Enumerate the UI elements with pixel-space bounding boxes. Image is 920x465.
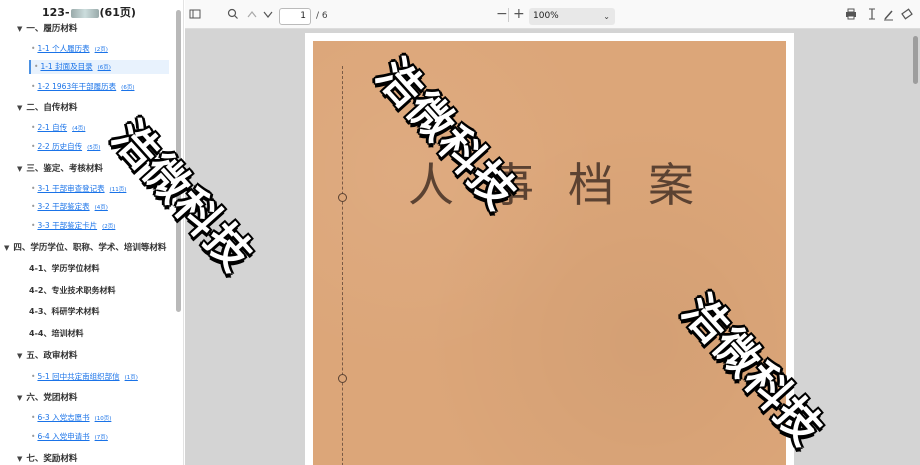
- item-count: (6页): [121, 85, 135, 91]
- title-page-count: (61页): [99, 6, 136, 19]
- item-label: 3-3 干部鉴定卡片: [37, 221, 98, 230]
- outline-item[interactable]: • 5-1 回中共定南组织部信 (1页): [31, 371, 138, 382]
- outline-item[interactable]: • 3-1 干部审查登记表 (11页): [31, 183, 126, 194]
- section-label: 五、政审材料: [26, 351, 78, 361]
- section-label: 七、奖励材料: [26, 454, 78, 464]
- collapse-triangle-icon[interactable]: ▼: [4, 244, 9, 252]
- sidebar-toggle-icon[interactable]: [189, 0, 201, 40]
- section-label: 三、鉴定、考核材料: [26, 164, 103, 174]
- toolbar-divider: [508, 8, 509, 22]
- outline-item[interactable]: • 6-4 入党申请书 (7页): [31, 431, 108, 442]
- bullet-icon: •: [31, 413, 36, 422]
- collapse-triangle-icon[interactable]: ▼: [17, 25, 22, 33]
- bullet-icon: •: [31, 123, 36, 132]
- section-1[interactable]: ▼ 一、履历材料: [17, 22, 77, 34]
- redacted-name: [70, 8, 99, 18]
- item-count: (6页): [97, 65, 111, 71]
- section-label: 二、自传材料: [26, 103, 78, 113]
- binding-dashed-line: [342, 66, 343, 465]
- bullet-icon: •: [31, 372, 36, 381]
- section-2[interactable]: ▼ 二、自传材料: [17, 101, 77, 113]
- bullet-icon: •: [31, 44, 36, 53]
- eraser-icon[interactable]: [901, 0, 913, 40]
- item-label: 2-1 自传: [37, 123, 68, 132]
- item-count: (4页): [94, 205, 108, 211]
- document-title: 123- (61页): [42, 4, 136, 20]
- item-count: (2页): [94, 47, 108, 53]
- bullet-icon: •: [31, 82, 36, 91]
- subsection-item[interactable]: 4-2、专业技术职务材料: [29, 285, 115, 296]
- section-label: 六、党团材料: [26, 393, 78, 403]
- bullet-icon: •: [31, 184, 36, 193]
- binding-hole: [338, 193, 347, 202]
- chevron-down-icon: ⌄: [603, 12, 610, 21]
- bullet-icon: •: [31, 432, 36, 441]
- zoom-value: 100%: [533, 11, 559, 21]
- item-count: (7页): [94, 435, 108, 441]
- section-4[interactable]: ▼ 四、学历学位、职称、学术、培训等材料: [4, 241, 166, 253]
- chevron-down-icon[interactable]: [262, 0, 274, 40]
- text-cursor-icon[interactable]: [867, 0, 877, 40]
- item-label: 1-1 个人履历表: [37, 44, 90, 53]
- section-3[interactable]: ▼ 三、鉴定、考核材料: [17, 162, 103, 174]
- collapse-triangle-icon[interactable]: ▼: [17, 352, 22, 360]
- bullet-icon: •: [31, 202, 36, 211]
- bullet-icon: •: [31, 142, 36, 151]
- section-label: 四、学历学位、职称、学术、培训等材料: [13, 243, 167, 253]
- zoom-in-button[interactable]: +: [513, 0, 525, 29]
- bullet-icon: •: [31, 221, 36, 230]
- viewer-toolbar: 1 / 6 − + 100% ⌄: [185, 0, 920, 29]
- bullet-icon: •: [34, 62, 39, 71]
- item-label: 1-2 1963年干部履历表: [37, 82, 117, 91]
- search-icon[interactable]: [227, 0, 239, 40]
- item-label: 6-3 入党志愿书: [37, 413, 90, 422]
- item-count: (2页): [102, 224, 116, 230]
- pen-icon[interactable]: [883, 0, 895, 40]
- item-count: (4页): [72, 126, 86, 132]
- item-label: 3-1 干部审查登记表: [37, 184, 105, 193]
- binding-hole: [338, 374, 347, 383]
- subsection-item[interactable]: 4-1、学历学位材料: [29, 263, 99, 274]
- outline-sidebar: 123- (61页) ▼ 一、履历材料 • 1-1 个人履历表 (2页) • 1-1 封面…: [0, 0, 184, 465]
- outline-item[interactable]: • 2-1 自传 (4页): [31, 122, 85, 133]
- zoom-select[interactable]: 100% ⌄: [529, 8, 615, 25]
- page-number-input[interactable]: 1: [279, 8, 311, 25]
- app-root: 123- (61页) ▼ 一、履历材料 • 1-1 个人履历表 (2页) • 1-1 封面…: [0, 0, 920, 465]
- item-count: (1页): [124, 375, 138, 381]
- item-label: 2-2 历史自传: [37, 142, 83, 151]
- subsection-item[interactable]: 4-3、科研学术材料: [29, 306, 99, 317]
- print-icon[interactable]: [845, 0, 857, 40]
- outline-item[interactable]: • 1-1 个人履历表 (2页): [31, 43, 108, 54]
- outline-item[interactable]: • 1-2 1963年干部履历表 (6页): [31, 81, 134, 92]
- item-count: (5页): [87, 145, 101, 151]
- item-count: (11页): [109, 187, 127, 193]
- outline-item[interactable]: • 3-3 干部鉴定卡片 (2页): [31, 220, 115, 231]
- outline-item[interactable]: • 6-3 入党志愿书 (10页): [31, 412, 111, 423]
- section-5[interactable]: ▼ 五、政审材料: [17, 349, 77, 361]
- item-label: 1-1 封面及目录: [40, 62, 93, 71]
- item-count: (10页): [94, 416, 112, 422]
- outline-item[interactable]: • 3-2 干部鉴定表 (4页): [31, 201, 108, 212]
- item-label: 6-4 入党申请书: [37, 432, 90, 441]
- title-prefix: 123-: [42, 6, 70, 19]
- chevron-up-icon[interactable]: [246, 0, 258, 40]
- outline-item[interactable]: • 2-2 历史自传 (5页): [31, 141, 100, 152]
- section-label: 一、履历材料: [26, 24, 78, 34]
- section-7[interactable]: ▼ 七、奖励材料: [17, 452, 77, 464]
- collapse-triangle-icon[interactable]: ▼: [17, 104, 22, 112]
- collapse-triangle-icon[interactable]: ▼: [17, 394, 22, 402]
- section-6[interactable]: ▼ 六、党团材料: [17, 391, 77, 403]
- collapse-triangle-icon[interactable]: ▼: [17, 455, 22, 463]
- collapse-triangle-icon[interactable]: ▼: [17, 165, 22, 173]
- outline-item-active[interactable]: • 1-1 封面及目录 (6页): [29, 60, 169, 74]
- zoom-out-button[interactable]: −: [496, 0, 508, 29]
- item-label: 5-1 回中共定南组织部信: [37, 372, 120, 381]
- page-total: / 6: [316, 11, 328, 21]
- subsection-item[interactable]: 4-4、培训材料: [29, 328, 83, 339]
- viewer-scrollbar[interactable]: [913, 36, 918, 84]
- item-label: 3-2 干部鉴定表: [37, 202, 90, 211]
